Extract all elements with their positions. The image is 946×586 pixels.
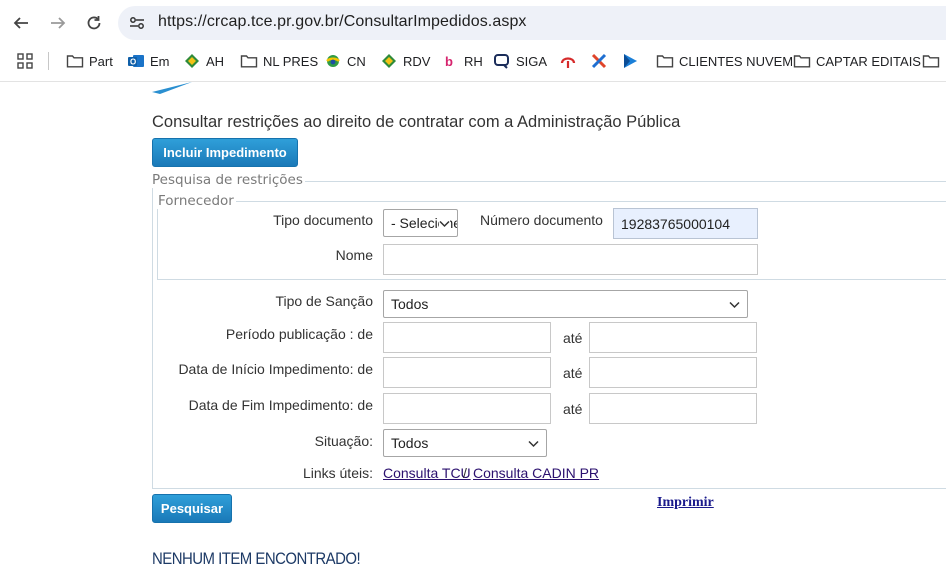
data-fim-ate-input[interactable] — [589, 393, 757, 424]
svg-text:b: b — [445, 54, 453, 69]
bookmark-folder-overflow[interactable] — [922, 52, 945, 70]
folder-icon — [66, 53, 84, 69]
blue-arrow-icon — [621, 53, 639, 69]
periodo-publicacao-de-input[interactable] — [383, 322, 551, 353]
fornecedor-legend: Fornecedor — [156, 193, 236, 209]
consulta-cadin-link[interactable]: Consulta CADIN PR — [473, 465, 599, 481]
browser-chrome: https://crcap.tce.pr.gov.br/ConsultarImp… — [0, 0, 946, 82]
numero-documento-label: Número documento — [480, 212, 603, 228]
bookmark-label: RH — [464, 53, 483, 69]
forward-button[interactable] — [45, 10, 71, 36]
url-text: https://crcap.tce.pr.gov.br/ConsultarImp… — [158, 13, 527, 30]
address-bar[interactable]: https://crcap.tce.pr.gov.br/ConsultarImp… — [118, 6, 946, 40]
bookmark-clientes-nuvem[interactable]: CLIENTES NUVEM — [656, 52, 793, 70]
bookmark-label: SIGA — [516, 53, 548, 69]
imprimir-link[interactable]: Imprimir — [657, 495, 714, 511]
tipo-documento-label: Tipo documento — [273, 212, 373, 228]
data-inicio-de-input[interactable] — [383, 357, 551, 388]
bookmark-red-logo[interactable] — [559, 52, 582, 70]
diamond-green-icon — [380, 53, 398, 69]
pesquisar-button[interactable]: Pesquisar — [152, 494, 232, 523]
b-logo-icon: b — [441, 53, 459, 69]
forward-arrow-icon — [51, 17, 66, 29]
situacao-value: Todos — [391, 435, 429, 451]
tipo-sancao-select[interactable]: Todos — [383, 290, 748, 318]
chevron-down-icon — [729, 301, 740, 309]
no-items-message: NENHUM ITEM ENCONTRADO! — [152, 549, 361, 568]
folder-icon — [922, 53, 940, 69]
folder-icon — [793, 53, 811, 69]
links-separator: / — [463, 465, 467, 481]
bookmark-ah[interactable]: AH — [183, 52, 224, 70]
data-inicio-label: Data de Início Impedimento: de — [178, 361, 373, 377]
folder-icon — [656, 53, 674, 69]
bookmark-label: CN — [347, 53, 366, 69]
bookmark-label: Em — [150, 53, 170, 69]
x-logo-icon — [590, 53, 608, 69]
bookmark-part[interactable]: Part — [66, 52, 113, 70]
bookmark-label: AH — [206, 53, 225, 69]
apps-grid-icon[interactable] — [17, 53, 33, 69]
back-arrow-icon — [13, 17, 28, 29]
chevron-down-icon — [439, 218, 450, 229]
bookmark-em[interactable]: O Em — [127, 52, 170, 70]
bookmark-label: NL PRES — [263, 53, 319, 69]
periodo-publicacao-label: Período publicação : de — [225, 326, 373, 342]
red-logo-icon — [559, 53, 577, 69]
diamond-green-icon — [183, 53, 201, 69]
globe-flag-icon — [324, 53, 342, 69]
bookmarks-bar: Part O Em AH NL PRES CN RDV b RH SIGA CL… — [0, 44, 946, 78]
bookmark-label: Part — [89, 53, 113, 69]
bookmark-rh[interactable]: b RH — [441, 52, 483, 70]
data-inicio-ate-input[interactable] — [589, 357, 757, 388]
bookmark-blue-arrow[interactable] — [621, 52, 644, 70]
bookmark-label: CLIENTES NUVEM — [679, 53, 794, 69]
nome-label: Nome — [335, 247, 373, 263]
data-fim-ate-label: até — [563, 401, 583, 417]
incluir-impedimento-button[interactable]: Incluir Impedimento — [152, 138, 298, 167]
bookmark-cn[interactable]: CN — [324, 52, 366, 70]
bookmarks-divider — [48, 52, 49, 70]
consulta-tcu-link[interactable]: Consulta TCU — [383, 465, 471, 481]
data-fim-label: Data de Fim Impedimento: de — [188, 397, 373, 413]
periodo-ate-label: até — [563, 330, 583, 346]
bookmark-rdv[interactable]: RDV — [380, 52, 430, 70]
chat-bubble-icon — [493, 53, 511, 69]
nome-input[interactable] — [383, 244, 758, 275]
outlook-icon: O — [127, 53, 145, 69]
bookmark-siga[interactable]: SIGA — [493, 52, 547, 70]
chevron-down-icon — [528, 440, 539, 448]
situacao-label: Situação: — [314, 433, 373, 449]
numero-documento-input[interactable]: 19283765000104 — [613, 208, 758, 239]
svg-text:O: O — [130, 58, 136, 67]
situacao-select[interactable]: Todos — [383, 429, 547, 457]
bookmark-x-logo[interactable] — [590, 52, 613, 70]
bookmark-label: RDV — [403, 53, 431, 69]
reload-button[interactable] — [81, 10, 107, 36]
search-legend: Pesquisa de restrições — [150, 172, 305, 188]
tipo-sancao-label: Tipo de Sanção — [275, 293, 373, 309]
bookmark-label: CAPTAR EDITAIS — [816, 53, 921, 69]
site-info-icon[interactable] — [128, 14, 146, 32]
bookmark-nl-pres[interactable]: NL PRES — [240, 52, 318, 70]
page-title: Consultar restrições ao direito de contr… — [152, 113, 681, 131]
reload-icon — [87, 16, 101, 30]
back-button[interactable] — [8, 10, 34, 36]
folder-icon — [240, 53, 258, 69]
site-logo-fragment — [152, 82, 192, 94]
periodo-publicacao-ate-input[interactable] — [589, 322, 757, 353]
data-inicio-ate-label: até — [563, 365, 583, 381]
bookmark-captar-editais[interactable]: CAPTAR EDITAIS — [793, 52, 921, 70]
data-fim-de-input[interactable] — [383, 393, 551, 424]
links-uteis-label: Links úteis: — [302, 465, 373, 481]
tipo-sancao-value: Todos — [391, 296, 429, 312]
tipo-documento-select[interactable]: - Selecione - — [383, 209, 458, 237]
